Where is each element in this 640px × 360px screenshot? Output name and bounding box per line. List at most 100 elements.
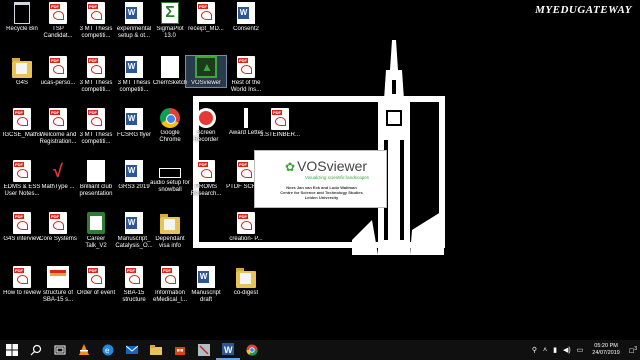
desktop-icon[interactable]: Welcome and Registration... xyxy=(38,108,78,147)
desktop-icon[interactable]: receipt_MD... xyxy=(186,2,226,33)
pdf-icon xyxy=(49,56,67,78)
desktop-icon-label: co-digest xyxy=(233,290,259,296)
desktop-icon[interactable]: Order of event xyxy=(76,266,116,297)
system-tray: ⚲ ˄ ▮ ◀) ▭ 05:20 PM 24/07/2019 ☐3 xyxy=(529,340,640,360)
splash-logo-text: VOSviewer xyxy=(297,158,368,174)
desktop-icon[interactable]: Rest of the World Ins... xyxy=(226,56,266,95)
search-icon[interactable] xyxy=(24,340,48,360)
desktop-icon[interactable]: Google Chrome xyxy=(150,108,190,145)
clock-date: 24/07/2019 xyxy=(592,350,620,356)
desktop-icon-label: G4S xyxy=(15,80,28,86)
desktop-icon-label: Order of event xyxy=(76,290,116,296)
desktop-icon[interactable]: G4S xyxy=(2,56,42,87)
pdf-icon xyxy=(13,108,31,130)
pdf-icon xyxy=(87,108,105,130)
splash-credit-line: Leiden University xyxy=(304,195,339,200)
snip-icon[interactable] xyxy=(192,340,216,360)
desktop-icon[interactable]: ucas-perso... xyxy=(38,56,78,87)
word-icon xyxy=(125,160,143,182)
desktop-icon[interactable]: Manuscript draft xyxy=(186,266,226,305)
battery-icon[interactable]: ▭ xyxy=(577,346,584,354)
chrome-icon[interactable] xyxy=(240,340,264,360)
desktop-icon[interactable]: Brilliant club presentation xyxy=(76,160,116,199)
desktop-icon-label: SigmaPlot 13.0 xyxy=(156,26,184,40)
folder-icon xyxy=(160,214,180,234)
vlc-icon[interactable] xyxy=(72,340,96,360)
desktop-icon[interactable]: Screen Recorder xyxy=(186,108,226,145)
desktop-icon[interactable]: Manuscript_ Catalysis_O... xyxy=(114,212,154,251)
edge-icon[interactable]: e xyxy=(96,340,120,360)
desktop-icon[interactable]: Core Systems xyxy=(38,212,78,243)
desktop-icon-label: GRS3 2019 xyxy=(118,184,150,190)
desktop-icon[interactable]: creation- P... xyxy=(226,212,266,243)
splash-credits: Nees Jan van Eck and Ludo Waltman Centre… xyxy=(255,185,388,200)
desktop-icon[interactable]: co-digest xyxy=(226,266,266,297)
desktop-icon[interactable]: Information eMedical_I... xyxy=(150,266,190,305)
recycle-bin-icon xyxy=(14,2,30,24)
desktop-icon[interactable]: structure of SBA-15 s... xyxy=(38,266,78,305)
desktop-icon[interactable]: How to review xyxy=(2,266,42,297)
desktop-icon[interactable]: 3 MT Thesis competiti... xyxy=(76,108,116,147)
pdf-icon xyxy=(87,56,105,78)
desktop-icon[interactable]: Career Talk_V2 xyxy=(76,212,116,251)
desktop-icon[interactable]: 3.STEINBER... xyxy=(260,108,300,139)
sigmaplot-icon: Σ xyxy=(161,2,179,24)
desktop-icon-label: EDMS & ESS User Notes... xyxy=(3,184,41,198)
desktop-icon-label: Manuscript_ Catalysis_O... xyxy=(115,236,153,250)
desktop-icon[interactable]: 3 MT Thesis competiti... xyxy=(76,56,116,95)
desktop-icon[interactable]: Consent2 xyxy=(226,2,266,33)
chemsketch-icon xyxy=(161,56,179,78)
desktop-icon-label: Information eMedical_I... xyxy=(152,290,188,304)
windows-start-icon[interactable] xyxy=(0,340,24,360)
word-icon xyxy=(125,56,143,78)
desktop-icon-label: ucas-perso... xyxy=(40,80,76,86)
mail-icon[interactable] xyxy=(120,340,144,360)
desktop-icon[interactable]: √ MathType ... xyxy=(38,160,78,191)
folder-icon xyxy=(12,58,32,78)
desktop-icon[interactable]: Recycle Bin xyxy=(2,2,42,33)
desktop-icon[interactable]: VOSviewer xyxy=(185,54,227,89)
taskbar-clock[interactable]: 05:20 PM 24/07/2019 xyxy=(592,343,620,357)
store-icon[interactable] xyxy=(168,340,192,360)
green-doc-icon xyxy=(87,212,105,234)
chevron-up-icon[interactable]: ˄ xyxy=(543,347,547,354)
desktop-icon[interactable]: Σ SigmaPlot 13.0 xyxy=(150,2,190,41)
desktop-icon-label: creation- P... xyxy=(229,236,263,242)
desktop-icon[interactable]: experimental setup & ot... xyxy=(114,2,154,41)
desktop-icon[interactable]: EDMS & ESS User Notes... xyxy=(2,160,42,199)
task-view-icon[interactable] xyxy=(48,340,72,360)
desktop-icon[interactable]: SBA-15 structure xyxy=(114,266,154,305)
desktop-icon[interactable]: audio setup for snowball xyxy=(150,160,190,195)
desktop-icon[interactable]: 3 MT Thesis competiti... xyxy=(114,56,154,95)
desktop-icon-label: audio setup for snowball xyxy=(150,180,190,194)
notification-icon[interactable]: ☐3 xyxy=(629,346,637,355)
desktop-icon[interactable]: FCSRG flyer xyxy=(114,108,154,139)
desktop-icon[interactable]: Dependant visa info xyxy=(150,212,190,251)
people-icon[interactable]: ⚲ xyxy=(532,346,537,354)
file-explorer-icon[interactable] xyxy=(144,340,168,360)
desktop-icon[interactable]: IGCSE_Maths xyxy=(2,108,42,139)
splash-subtitle: Visualizing scientific landscapes xyxy=(305,175,369,180)
desktop-icon-label: structure of SBA-15 s... xyxy=(42,290,74,304)
svg-text:W: W xyxy=(224,345,233,355)
desktop-icon-label: 3.STEINBER... xyxy=(260,132,300,138)
desktop-icon-label: Core Systems xyxy=(39,236,77,242)
desktop-icon[interactable]: ChemSketch xyxy=(150,56,190,87)
word-icon[interactable]: W xyxy=(216,340,240,360)
desktop-icon[interactable]: GRS3 2019 xyxy=(114,160,154,191)
desktop-icon[interactable]: G4S interview xyxy=(2,212,42,243)
pdf-icon xyxy=(49,212,67,234)
volume-icon[interactable]: ◀) xyxy=(563,346,571,354)
desktop-icon-label: receipt_MD... xyxy=(188,26,224,32)
mathtype-icon: √ xyxy=(53,161,63,181)
watermark: MYEDUGATEWAY xyxy=(535,4,632,16)
desktop-icon[interactable]: 3 MT Thesis competiti... xyxy=(76,2,116,41)
desktop-icon[interactable]: PROMS Research... xyxy=(186,160,226,199)
pdf-icon xyxy=(125,266,143,288)
network-icon[interactable]: ▮ xyxy=(553,346,557,354)
thumb-icon xyxy=(47,266,69,288)
pdf-icon xyxy=(197,160,215,182)
word-icon xyxy=(237,2,255,24)
pdf-icon xyxy=(237,160,255,182)
desktop-icon[interactable]: TSP Candidat... xyxy=(38,2,78,41)
